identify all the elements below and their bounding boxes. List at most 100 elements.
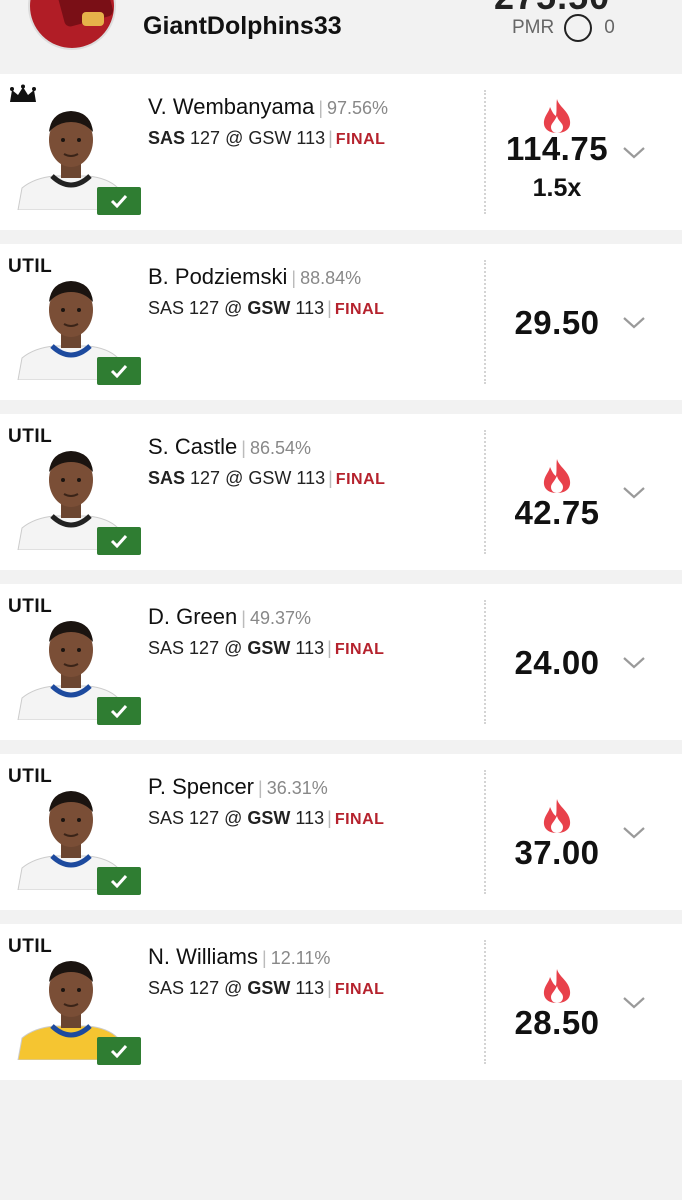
away-team: SAS [148,978,185,998]
player-row[interactable]: UTIL N. Williams | 12.11% SAS 127 @ GSW … [0,924,682,1080]
player-name[interactable]: D. Green [148,604,237,629]
ownership-percent: 49.37% [249,608,312,628]
username[interactable]: GiantDolphins33 [143,12,342,41]
away-score: 127 [189,298,220,318]
ownership-percent: 36.31% [266,778,328,798]
player-name[interactable]: S. Castle [148,434,237,459]
game-score: SAS 127 @ GSW 113 | FINAL [148,128,386,148]
lineup-header: GiantDolphins33 275.50 PMR 0 [0,0,682,74]
ownership-percent: 12.11% [270,948,331,968]
pmr-indicator: PMR 0 [512,14,615,42]
game-score: SAS 127 @ GSW 113 | FINAL [148,468,386,488]
player-row[interactable]: V. Wembanyama | 97.56% SAS 127 @ GSW 113 | F… [0,74,682,230]
divider [484,940,486,1064]
checkmark-icon [97,867,141,895]
game-status: FINAL [334,641,385,658]
chevron-down-icon[interactable] [622,316,646,330]
chevron-down-icon[interactable] [622,826,646,840]
fantasy-points: 29.50 [514,304,600,341]
player-name[interactable]: P. Spencer [148,774,254,799]
ownership-percent: 88.84% [300,268,362,288]
game-score: SAS 127 @ GSW 113 | FINAL [148,298,385,318]
home-score: 113 [295,978,325,998]
player-row[interactable]: UTIL P. Spencer | 36.31% SAS 127 @ GSW 1… [0,754,682,910]
home-team: GSW [248,468,292,488]
home-score: 113 [296,468,326,488]
at-symbol: @ [224,808,243,828]
flame-icon [543,969,571,1003]
player-name[interactable]: B. Podziemski [148,264,287,289]
player-info[interactable]: N. Williams | 12.11% [148,944,330,970]
game-status: FINAL [334,811,385,828]
ownership-percent: 86.54% [249,438,312,458]
flame-icon [543,799,571,833]
pmr-label: PMR [512,17,555,38]
flame-icon [543,459,571,493]
player-info[interactable]: B. Podziemski | 88.84% [148,264,361,290]
away-score: 127 [189,978,220,998]
game-status: FINAL [334,301,385,318]
player-info[interactable]: P. Spencer | 36.31% [148,774,328,800]
fantasy-points: 42.75 [514,494,600,531]
flame-icon [543,99,571,133]
captain-multiplier: 1.5x [532,174,582,202]
chevron-down-icon[interactable] [622,146,646,160]
checkmark-icon [97,357,141,385]
home-team: GSW [247,298,291,318]
checkmark-icon [97,527,141,555]
chevron-down-icon[interactable] [622,486,646,500]
game-status: FINAL [335,471,386,488]
fantasy-points: 24.00 [514,644,600,681]
player-name[interactable]: V. Wembanyama [148,94,314,119]
home-team: GSW [247,638,291,658]
game-status: FINAL [335,131,386,148]
away-team: SAS [148,468,186,488]
chevron-down-icon[interactable] [622,996,646,1010]
fantasy-points: 28.50 [514,1004,600,1041]
chevron-down-icon[interactable] [622,656,646,670]
away-score: 127 [190,468,221,488]
game-score: SAS 127 @ GSW 113 | FINAL [148,808,385,828]
away-team: SAS [148,808,185,828]
at-symbol: @ [225,128,244,148]
away-team: SAS [148,128,186,148]
at-symbol: @ [225,468,244,488]
user-avatar[interactable] [28,0,116,50]
at-symbol: @ [224,638,243,658]
game-status: FINAL [334,981,385,998]
checkmark-icon [97,1037,141,1065]
home-score: 113 [295,298,325,318]
player-info[interactable]: D. Green | 49.37% [148,604,311,630]
divider [484,90,486,214]
divider [484,260,486,384]
divider [484,600,486,724]
checkmark-icon [97,697,141,725]
checkmark-icon [97,187,141,215]
home-score: 113 [296,128,326,148]
player-name[interactable]: N. Williams [148,944,258,969]
home-score: 113 [295,808,325,828]
player-row[interactable]: UTIL S. Castle | 86.54% SAS 127 @ GSW 11… [0,414,682,570]
fantasy-points: 114.75 [505,130,609,167]
home-team: GSW [247,808,291,828]
home-score: 113 [295,638,325,658]
player-info[interactable]: S. Castle | 86.54% [148,434,311,460]
pmr-value: 0 [604,17,615,38]
at-symbol: @ [224,298,243,318]
home-team: GSW [247,978,291,998]
away-score: 127 [189,808,220,828]
player-info[interactable]: V. Wembanyama | 97.56% [148,94,388,120]
at-symbol: @ [224,978,243,998]
fantasy-points: 37.00 [514,834,600,871]
divider [484,770,486,894]
away-score: 127 [189,638,220,658]
away-score: 127 [190,128,221,148]
player-row[interactable]: UTIL D. Green | 49.37% SAS 127 @ GSW 113… [0,584,682,740]
pmr-circle-icon [564,14,593,42]
game-score: SAS 127 @ GSW 113 | FINAL [148,978,385,998]
home-team: GSW [248,128,292,148]
player-row[interactable]: UTIL B. Podziemski | 88.84% SAS 127 @ GS… [0,244,682,400]
away-team: SAS [148,638,185,658]
ownership-percent: 97.56% [327,98,389,118]
away-team: SAS [148,298,185,318]
